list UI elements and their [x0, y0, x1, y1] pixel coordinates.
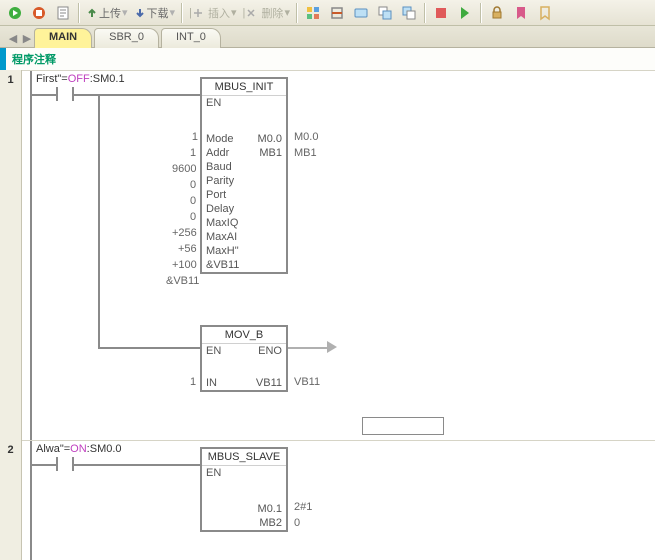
download-button[interactable]: 下载 ▾ — [132, 5, 178, 21]
pin-addr-out: MB1 — [259, 147, 282, 159]
stop-icon[interactable] — [28, 2, 50, 24]
delete-button[interactable]: | 删除 ▾ — [241, 5, 292, 21]
tool-icon[interactable] — [326, 2, 348, 24]
pin-ext: M0.0 — [294, 131, 318, 143]
contact-label: Alwa"=ON:SM0.0 — [36, 443, 122, 455]
download-label: 下载 — [147, 5, 169, 21]
pin-addr: Addr — [206, 147, 229, 159]
run-icon[interactable] — [4, 2, 26, 24]
pin-in: IN — [206, 377, 217, 389]
contact-sm01[interactable] — [50, 85, 80, 103]
pin-val: 1 — [190, 376, 196, 388]
contact-sm00[interactable] — [50, 455, 80, 473]
pin-val: 9600 — [172, 163, 196, 175]
function-block-mbus-slave[interactable]: MBUS_SLAVE EN M0.1 MB2 — [200, 447, 288, 532]
pin-val: 1 — [190, 147, 196, 159]
pin-maxai: MaxAI — [206, 231, 237, 243]
pin-mb2: MB2 — [259, 517, 282, 529]
pin-en: EN — [206, 97, 221, 109]
power-rail — [30, 441, 32, 560]
toolbar-separator — [424, 3, 426, 23]
pin-val: &VB11 — [166, 275, 199, 287]
pin-delay: Delay — [206, 203, 234, 215]
pin-ext: 0 — [294, 517, 300, 529]
main-toolbar: 上传 ▾ 下载 ▾ | 插入 ▾ | 删除 ▾ — [0, 0, 655, 26]
tool-icon[interactable] — [430, 2, 452, 24]
toolbar-separator — [181, 3, 183, 23]
network-number: 2 — [0, 440, 22, 560]
pin-val: +100 — [172, 259, 197, 271]
pin-vb: &VB11 — [206, 259, 239, 271]
contact-label: First"=OFF:SM0.1 — [36, 73, 125, 85]
upload-label: 上传 — [99, 5, 121, 21]
tool-icon[interactable] — [374, 2, 396, 24]
pin-maxiq: MaxIQ — [206, 217, 238, 229]
tab-nav-right-icon[interactable]: ▶ — [20, 29, 34, 47]
tab-sbr0[interactable]: SBR_0 — [94, 28, 159, 48]
tab-main[interactable]: MAIN — [34, 28, 92, 48]
network-number: 1 — [0, 70, 22, 440]
wire — [98, 94, 100, 349]
pin-val: +56 — [178, 243, 197, 255]
tab-nav-left-icon[interactable]: ◀ — [6, 29, 20, 47]
function-block-mbus-init[interactable]: MBUS_INIT EN Mode M0.0 Addr MB1 Baud Parit… — [200, 77, 288, 274]
upload-button[interactable]: 上传 ▾ — [84, 5, 130, 21]
fb-title: MBUS_INIT — [202, 79, 286, 96]
pin-ext: 2#1 — [294, 501, 312, 513]
pin-out: VB11 — [256, 377, 282, 389]
tool-icon[interactable] — [350, 2, 372, 24]
wire — [98, 347, 200, 349]
pin-parity: Parity — [206, 175, 234, 187]
tab-bar: ◀ ▶ MAIN SBR_0 INT_0 — [0, 26, 655, 48]
fb-title: MBUS_SLAVE — [202, 449, 286, 466]
lock-icon[interactable] — [486, 2, 508, 24]
pin-baud: Baud — [206, 161, 232, 173]
program-comment: 程序注释 — [0, 48, 655, 70]
pin-eno: ENO — [258, 345, 282, 357]
pin-m01: M0.1 — [258, 503, 282, 515]
pin-val: 0 — [190, 195, 196, 207]
bookmark-icon[interactable] — [510, 2, 532, 24]
wire — [32, 464, 50, 466]
compile-icon[interactable] — [52, 2, 74, 24]
tool-icon[interactable] — [302, 2, 324, 24]
pin-mode: Mode — [206, 133, 234, 145]
insert-button[interactable]: | 插入 ▾ — [187, 5, 238, 21]
network-2[interactable]: Alwa"=ON:SM0.0 MBUS_SLAVE EN M0.1 MB2 2#… — [22, 440, 655, 560]
pin-port: Port — [206, 189, 226, 201]
tool-icon[interactable] — [398, 2, 420, 24]
fb-title: MOV_B — [202, 327, 286, 344]
toolbar-separator — [296, 3, 298, 23]
pin-val: 1 — [190, 131, 198, 143]
pin-ext: MB1 — [294, 147, 317, 159]
pin-val: 0 — [190, 211, 196, 223]
power-rail — [30, 71, 32, 440]
toolbar-separator — [78, 3, 80, 23]
network-1[interactable]: First"=OFF:SM0.1 MBUS_INIT EN Mode M0.0 A… — [22, 70, 655, 440]
pin-maxh: MaxH" — [206, 245, 239, 257]
pin-val: +256 — [172, 227, 197, 239]
wire — [32, 94, 50, 96]
arrow-icon — [327, 341, 337, 353]
wire — [80, 464, 200, 466]
selection-cursor[interactable] — [362, 417, 444, 435]
pin-val: 0 — [190, 179, 196, 191]
delete-label: 删除 — [261, 5, 283, 21]
bookmark-open-icon[interactable] — [534, 2, 556, 24]
wire — [288, 347, 328, 349]
tab-int0[interactable]: INT_0 — [161, 28, 221, 48]
function-block-mov-b[interactable]: MOV_B EN ENO IN VB11 — [200, 325, 288, 392]
nav-right-icon[interactable] — [454, 2, 476, 24]
pin-en: EN — [206, 467, 221, 479]
pin-mode-out: M0.0 — [258, 133, 282, 145]
insert-label: 插入 — [208, 5, 230, 21]
toolbar-separator — [480, 3, 482, 23]
pin-ext: VB11 — [294, 376, 320, 388]
pin-en: EN — [206, 345, 221, 357]
